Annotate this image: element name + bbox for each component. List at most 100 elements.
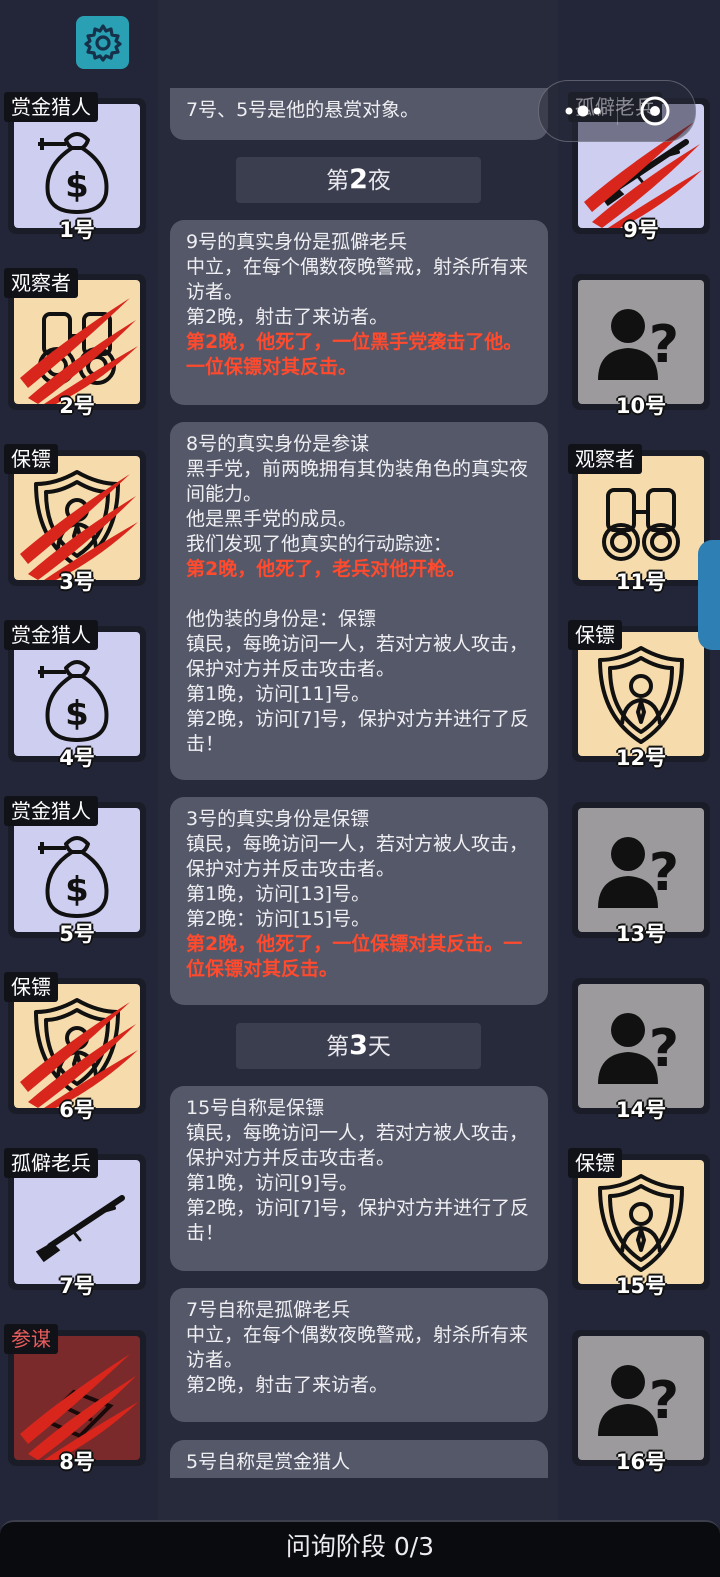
player-card[interactable]: 观察者 11号 — [568, 444, 710, 594]
message-line: 第2晚，射击了来访者。 — [186, 306, 389, 328]
unknown-person-icon: ? — [598, 309, 679, 380]
player-card[interactable]: 保镖 15号 — [568, 1148, 710, 1298]
svg-text:?: ? — [649, 843, 679, 903]
player-number: 4号 — [59, 746, 95, 770]
unknown-person-icon: ? — [598, 837, 679, 908]
player-card[interactable]: 保镖 6号 — [4, 972, 146, 1122]
death-notice: 第2晚，他死了，一位黑手党袭击了他。一位保镖对其反击。 — [186, 331, 523, 378]
claw-marks-icon — [20, 1002, 138, 1108]
player-card[interactable]: 参谋 8号 — [4, 1324, 146, 1474]
phase-suffix: 夜 — [367, 168, 391, 194]
phase-number: 3 — [349, 1030, 368, 1061]
player-portrait: $ — [14, 104, 140, 228]
phase-status-bar: 问询阶段 0/3 — [0, 1520, 720, 1577]
player-number: 11号 — [615, 570, 667, 594]
money-bag-icon: $ — [38, 132, 109, 214]
player-number: 6号 — [59, 1098, 95, 1122]
role-label: 保镖 — [568, 1148, 622, 1178]
message-line: 中立，在每个偶数夜晚警戒，射杀所有来访者。 — [186, 1324, 529, 1371]
role-label: 赏金猎人 — [4, 796, 98, 826]
message-bubble: 8号的真实身份是参谋 黑手党，前两晚拥有其伪装角色的真实夜间能力。 他是黑手党的… — [170, 422, 548, 780]
money-bag-icon: $ — [38, 836, 109, 918]
role-label: 孤僻老兵 — [4, 1148, 98, 1178]
settings-button[interactable] — [76, 16, 129, 69]
phase-header-night-2: 第2夜 — [236, 157, 481, 203]
message-line: 9号的真实身份是孤僻老兵 — [186, 231, 408, 253]
phase-prefix: 第 — [326, 168, 350, 194]
role-label: 参谋 — [4, 1324, 58, 1354]
close-circle-icon[interactable] — [639, 95, 671, 127]
player-number: 7号 — [59, 1274, 95, 1298]
unknown-person-icon: ? — [598, 1013, 679, 1084]
miniprogram-capsule — [538, 80, 696, 142]
player-number: 12号 — [615, 746, 667, 770]
player-portrait — [578, 1160, 704, 1284]
menu-dots-icon[interactable] — [563, 101, 603, 121]
player-number: 9号 — [623, 218, 659, 242]
phase-header-day-3: 第3天 — [236, 1023, 481, 1069]
player-number: 15号 — [615, 1274, 667, 1298]
message-line: 8号的真实身份是参谋 — [186, 433, 370, 455]
message-line: 第2晚，访问[7]号，保护对方并进行了反击！ — [186, 708, 530, 755]
message-line: 第1晚，访问[13]号。 — [186, 883, 371, 905]
claw-marks-icon — [20, 1354, 138, 1460]
player-portrait: $ — [14, 632, 140, 756]
player-card[interactable]: ? 14号 — [572, 978, 710, 1122]
message-text: 7号、5号是他的悬赏对象。 — [186, 99, 420, 121]
bodyguard-shield-icon — [598, 1174, 684, 1272]
player-card[interactable]: 保镖 12号 — [568, 620, 710, 770]
player-card[interactable]: 保镖 3号 — [4, 444, 146, 594]
player-number: 1号 — [59, 218, 95, 242]
role-label: 保镖 — [4, 444, 58, 474]
role-label: 保镖 — [568, 620, 622, 650]
gear-icon — [83, 23, 122, 62]
message-line: 我们发现了他真实的行动踪迹： — [186, 533, 453, 555]
message-line: 15号自称是保镖 — [186, 1097, 325, 1119]
player-portrait — [578, 632, 704, 756]
message-line: 中立，在每个偶数夜晚警戒，射杀所有来访者。 — [186, 256, 529, 303]
message-line: 5号自称是赏金猎人 — [186, 1451, 351, 1473]
message-line: 第1晚，访问[11]号。 — [186, 683, 371, 705]
player-card[interactable]: 观察者 2号 — [4, 268, 146, 418]
message-line: 7号自称是孤僻老兵 — [186, 1299, 351, 1321]
claw-marks-icon — [20, 474, 138, 580]
player-card[interactable]: ? 16号 — [572, 1330, 710, 1474]
svg-text:?: ? — [649, 315, 679, 375]
message-line: 第1晚，访问[9]号。 — [186, 1172, 359, 1194]
player-card[interactable]: ? 13号 — [572, 802, 710, 946]
money-bag-icon: $ — [38, 660, 109, 742]
player-card[interactable]: ? 10号 — [572, 274, 710, 418]
death-notice: 第2晚，他死了，一位保镖对其反击。一位保镖对其反击。 — [186, 933, 523, 980]
role-label: 保镖 — [4, 972, 58, 1002]
message-line: 3号的真实身份是保镖 — [186, 808, 370, 830]
player-card[interactable]: 孤僻老兵 7号 — [4, 1148, 146, 1298]
role-label: 观察者 — [568, 444, 642, 474]
rifle-icon — [35, 1195, 125, 1263]
player-number: 16号 — [615, 1450, 667, 1474]
player-card[interactable]: $ 赏金猎人 1号 — [4, 92, 146, 242]
player-portrait — [14, 280, 140, 404]
message-bubble: 9号的真实身份是孤僻老兵 中立，在每个偶数夜晚警戒，射杀所有来访者。 第2晚，射… — [170, 220, 548, 405]
message-line: 黑手党，前两晚拥有其伪装角色的真实夜间能力。 — [186, 458, 529, 505]
claw-marks-icon — [20, 298, 138, 404]
message-line: 第2晚：访问[15]号。 — [186, 908, 371, 930]
capsule-divider — [617, 97, 618, 125]
side-drawer-tab[interactable] — [698, 540, 720, 650]
role-label: 赏金猎人 — [4, 92, 98, 122]
player-portrait — [578, 456, 704, 580]
message-line: 镇民，每晚访问一人，若对方被人攻击，保护对方并反击攻击者。 — [186, 633, 529, 680]
player-number: 10号 — [615, 394, 667, 418]
player-portrait: ? — [578, 808, 704, 932]
unknown-person-icon: ? — [598, 1365, 679, 1436]
message-bubble: 5号自称是赏金猎人 — [170, 1440, 548, 1478]
death-notice: 第2晚，他死了，老兵对他开枪。 — [186, 558, 466, 580]
binoculars-icon — [602, 488, 680, 561]
svg-text:$: $ — [65, 870, 89, 910]
message-bubble: 3号的真实身份是保镖 镇民，每晚访问一人，若对方被人攻击，保护对方并反击攻击者。… — [170, 797, 548, 1005]
player-card[interactable]: $ 赏金猎人 5号 — [4, 796, 146, 946]
message-line: 他是黑手党的成员。 — [186, 508, 358, 530]
player-number: 2号 — [59, 394, 95, 418]
phase-number: 2 — [349, 164, 368, 195]
player-number: 14号 — [615, 1098, 667, 1122]
player-card[interactable]: $ 赏金猎人 4号 — [4, 620, 146, 770]
